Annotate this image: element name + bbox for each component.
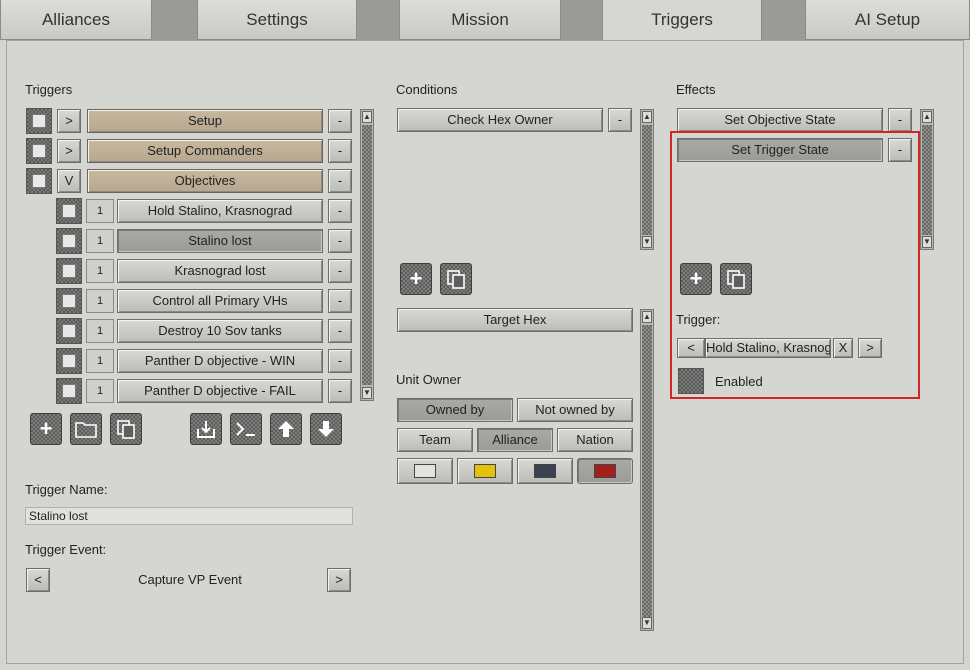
trigger-name-label: Trigger Name: xyxy=(25,482,108,497)
remove-trigger-button[interactable]: - xyxy=(328,349,352,373)
repeat-count: 1 xyxy=(86,259,114,283)
trigger-item[interactable]: Control all Primary VHs xyxy=(117,289,323,313)
color-swatch xyxy=(594,464,616,478)
remove-trigger-button[interactable]: - xyxy=(328,229,352,253)
remove-trigger-button[interactable]: - xyxy=(328,319,352,343)
trigger-checkbox[interactable] xyxy=(56,348,82,374)
trigger-checkbox[interactable] xyxy=(26,168,52,194)
tab-alliances[interactable]: Alliances xyxy=(0,0,152,40)
scroll-thumb[interactable] xyxy=(922,125,932,235)
trigger-checkbox[interactable] xyxy=(56,198,82,224)
trigger-checkbox[interactable] xyxy=(56,318,82,344)
tab-mission[interactable]: Mission xyxy=(399,0,561,40)
event-next-button[interactable]: > xyxy=(327,568,351,592)
remove-trigger-button[interactable]: - xyxy=(328,379,352,403)
trigger-item[interactable]: Krasnograd lost xyxy=(117,259,323,283)
scroll-thumb[interactable] xyxy=(642,325,652,617)
effects-title: Effects xyxy=(676,82,716,97)
scroll-up-arrow-icon[interactable]: ▲ xyxy=(922,111,932,123)
repeat-count: 1 xyxy=(86,379,114,403)
repeat-count: 1 xyxy=(86,319,114,343)
copy-condition-icon[interactable] xyxy=(440,263,472,295)
scroll-down-arrow-icon[interactable]: ▼ xyxy=(642,617,652,629)
scroll-up-arrow-icon[interactable]: ▲ xyxy=(362,111,372,123)
move-up-icon[interactable] xyxy=(270,413,302,445)
trigger-checkbox[interactable] xyxy=(26,138,52,164)
scroll-up-arrow-icon[interactable]: ▲ xyxy=(642,111,652,123)
remove-trigger-button[interactable]: - xyxy=(328,199,352,223)
trigger-item[interactable]: Setup xyxy=(87,109,323,133)
color-swatch xyxy=(474,464,496,478)
trigger-item[interactable]: Setup Commanders xyxy=(87,139,323,163)
trigger-item[interactable]: Hold Stalino, Krasnograd xyxy=(117,199,323,223)
trigger-item[interactable]: Panther D objective - FAIL xyxy=(117,379,323,403)
trigger-item-selected[interactable]: Stalino lost xyxy=(117,229,323,253)
remove-trigger-button[interactable]: - xyxy=(328,139,352,163)
add-icon[interactable]: + xyxy=(30,413,62,445)
trigger-checkbox[interactable] xyxy=(26,108,52,134)
scroll-down-arrow-icon[interactable]: ▼ xyxy=(922,236,932,248)
scroll-thumb[interactable] xyxy=(362,125,372,385)
event-prev-button[interactable]: < xyxy=(26,568,50,592)
triggers-scrollbar[interactable]: ▲ ▼ xyxy=(360,109,374,401)
conditions-scrollbar[interactable]: ▲ ▼ xyxy=(640,109,654,250)
remove-trigger-button[interactable]: - xyxy=(328,169,352,193)
remove-condition-button[interactable]: - xyxy=(608,108,632,132)
trigger-item[interactable]: Destroy 10 Sov tanks xyxy=(117,319,323,343)
remove-trigger-button[interactable]: - xyxy=(328,109,352,133)
add-condition-icon[interactable]: + xyxy=(400,263,432,295)
repeat-count: 1 xyxy=(86,199,114,223)
triggers-title: Triggers xyxy=(25,82,73,97)
copy-icon[interactable] xyxy=(110,413,142,445)
condition-item[interactable]: Check Hex Owner xyxy=(397,108,603,132)
scroll-up-arrow-icon[interactable]: ▲ xyxy=(642,311,652,323)
trigger-checkbox[interactable] xyxy=(56,258,82,284)
not-owned-by-toggle[interactable]: Not owned by xyxy=(517,398,633,422)
trigger-event-label: Trigger Event: xyxy=(25,542,107,557)
color-option-white[interactable] xyxy=(397,458,453,484)
trigger-item[interactable]: Panther D objective - WIN xyxy=(117,349,323,373)
target-hex-button[interactable]: Target Hex xyxy=(397,308,633,332)
move-down-icon[interactable] xyxy=(310,413,342,445)
remove-trigger-button[interactable]: - xyxy=(328,259,352,283)
expand-button[interactable]: > xyxy=(57,139,81,163)
scroll-thumb[interactable] xyxy=(642,125,652,235)
trigger-name-field[interactable]: Stalino lost xyxy=(25,507,353,525)
script-console-icon[interactable] xyxy=(230,413,262,445)
conditions-detail-scrollbar[interactable]: ▲ ▼ xyxy=(640,309,654,631)
team-toggle[interactable]: Team xyxy=(397,428,473,452)
conditions-title: Conditions xyxy=(396,82,458,97)
folder-icon[interactable] xyxy=(70,413,102,445)
remove-effect-button[interactable]: - xyxy=(888,108,912,132)
alliance-toggle[interactable]: Alliance xyxy=(477,428,553,452)
scroll-down-arrow-icon[interactable]: ▼ xyxy=(362,387,372,399)
trigger-checkbox[interactable] xyxy=(56,378,82,404)
color-option-navy[interactable] xyxy=(517,458,573,484)
expand-button[interactable]: > xyxy=(57,109,81,133)
unit-owner-label: Unit Owner xyxy=(396,372,462,387)
effects-scrollbar[interactable]: ▲ ▼ xyxy=(920,109,934,250)
import-icon[interactable] xyxy=(190,413,222,445)
color-option-red-selected[interactable] xyxy=(577,458,633,484)
repeat-count: 1 xyxy=(86,289,114,313)
color-swatch xyxy=(414,464,436,478)
owned-by-toggle[interactable]: Owned by xyxy=(397,398,513,422)
trigger-item[interactable]: Objectives xyxy=(87,169,323,193)
tab-ai-setup[interactable]: AI Setup xyxy=(805,0,970,40)
repeat-count: 1 xyxy=(86,349,114,373)
trigger-checkbox[interactable] xyxy=(56,228,82,254)
effect-item[interactable]: Set Objective State xyxy=(677,108,883,132)
color-option-yellow[interactable] xyxy=(457,458,513,484)
remove-trigger-button[interactable]: - xyxy=(328,289,352,313)
highlight-box xyxy=(670,131,920,399)
color-swatch xyxy=(534,464,556,478)
tab-settings[interactable]: Settings xyxy=(197,0,357,40)
repeat-count: 1 xyxy=(86,229,114,253)
trigger-event-value: Capture VP Event xyxy=(138,572,242,587)
collapse-button[interactable]: V xyxy=(57,169,81,193)
tab-triggers[interactable]: Triggers xyxy=(602,0,762,41)
nation-toggle[interactable]: Nation xyxy=(557,428,633,452)
trigger-checkbox[interactable] xyxy=(56,288,82,314)
scroll-down-arrow-icon[interactable]: ▼ xyxy=(642,236,652,248)
